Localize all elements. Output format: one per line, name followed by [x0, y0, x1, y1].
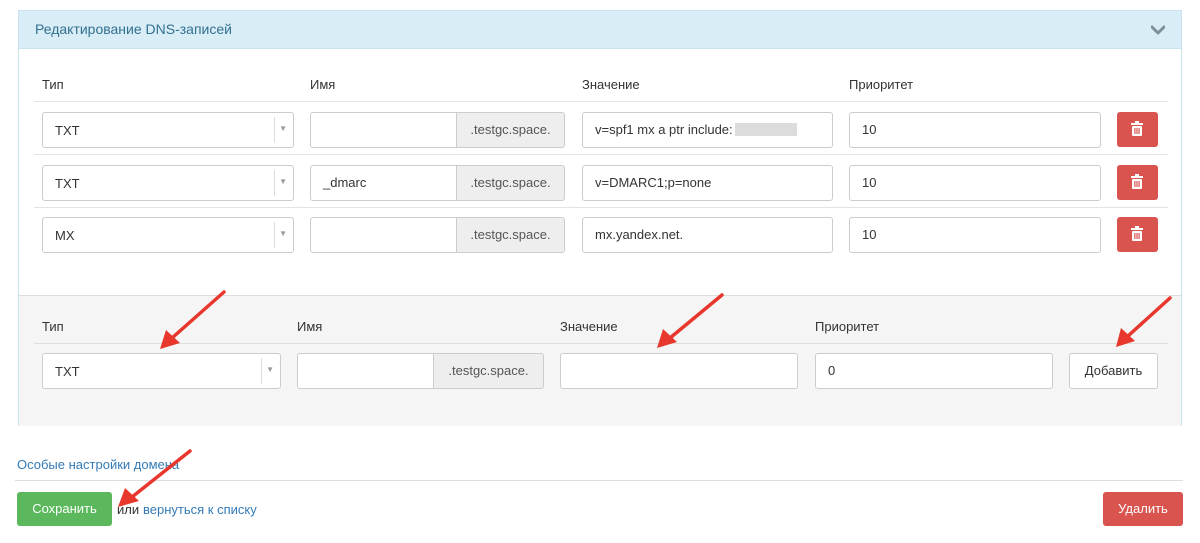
record-priority-input[interactable]: 10: [849, 217, 1101, 253]
trash-icon: [1131, 226, 1143, 241]
panel-title: Редактирование DNS-записей: [35, 21, 232, 37]
caret-down-icon: ▼: [266, 365, 274, 374]
caret-down-icon: ▼: [279, 229, 287, 238]
delete-record-button[interactable]: [1117, 217, 1158, 252]
record-type-select[interactable]: TXT ▼: [42, 112, 294, 148]
dns-records-panel: Редактирование DNS-записей Тип Имя Значе…: [18, 10, 1182, 426]
record-type-select[interactable]: TXT ▼: [42, 165, 294, 201]
record-type-value: TXT: [55, 123, 80, 138]
delete-domain-button[interactable]: Удалить: [1103, 492, 1183, 526]
domain-suffix-addon: .testgc.space.: [434, 353, 544, 389]
record-priority-input[interactable]: 10: [849, 112, 1101, 148]
record-value-input[interactable]: v=DMARC1;p=none: [582, 165, 833, 201]
new-record-value-input[interactable]: [560, 353, 798, 389]
or-text: или: [117, 502, 140, 517]
column-header-type: Тип: [42, 319, 64, 334]
redacted-area: [734, 123, 797, 136]
record-name-input[interactable]: _dmarc: [310, 165, 457, 201]
chevron-down-icon[interactable]: [1151, 24, 1165, 36]
trash-icon: [1131, 121, 1143, 136]
domain-suffix-addon: .testgc.space.: [457, 217, 565, 253]
record-value-input[interactable]: v=spf1 mx a ptr include:: [582, 112, 833, 148]
column-header-name: Имя: [310, 77, 336, 92]
trash-icon: [1131, 174, 1143, 189]
panel-heading[interactable]: Редактирование DNS-записей: [19, 11, 1181, 49]
back-to-list-link[interactable]: вернуться к списку: [143, 502, 257, 517]
caret-down-icon: ▼: [279, 177, 287, 186]
new-record-name-input[interactable]: [297, 353, 434, 389]
domain-suffix-addon: .testgc.space.: [457, 165, 565, 201]
add-record-section: Тип Имя Значение Приоритет TXT ▼ .testgc…: [19, 295, 1181, 426]
delete-record-button[interactable]: [1117, 165, 1158, 200]
column-header-priority: Приоритет: [815, 319, 880, 334]
column-header-value: Значение: [582, 77, 640, 92]
column-header-priority: Приоритет: [849, 77, 914, 92]
record-name-input[interactable]: [310, 112, 457, 148]
new-record-type-select[interactable]: TXT ▼: [42, 353, 281, 389]
column-header-name: Имя: [297, 319, 323, 334]
footer-divider: [15, 480, 1183, 481]
header-divider: [34, 101, 1168, 102]
new-record-priority-input[interactable]: 0: [815, 353, 1053, 389]
column-header-type: Тип: [42, 77, 64, 92]
column-header-value: Значение: [560, 319, 618, 334]
delete-record-button[interactable]: [1117, 112, 1158, 147]
record-type-value: MX: [55, 228, 75, 243]
record-value-text: v=spf1 mx a ptr include:: [595, 122, 733, 137]
record-value-input[interactable]: mx.yandex.net.: [582, 217, 833, 253]
record-priority-input[interactable]: 10: [849, 165, 1101, 201]
caret-down-icon: ▼: [279, 124, 287, 133]
record-type-value: TXT: [55, 176, 80, 191]
add-record-button[interactable]: Добавить: [1069, 353, 1158, 389]
record-name-input[interactable]: [310, 217, 457, 253]
save-button[interactable]: Сохранить: [17, 492, 112, 526]
domain-suffix-addon: .testgc.space.: [457, 112, 565, 148]
new-record-type-value: TXT: [55, 364, 80, 379]
domain-settings-link[interactable]: Особые настройки домена: [17, 457, 179, 472]
record-type-select[interactable]: MX ▼: [42, 217, 294, 253]
